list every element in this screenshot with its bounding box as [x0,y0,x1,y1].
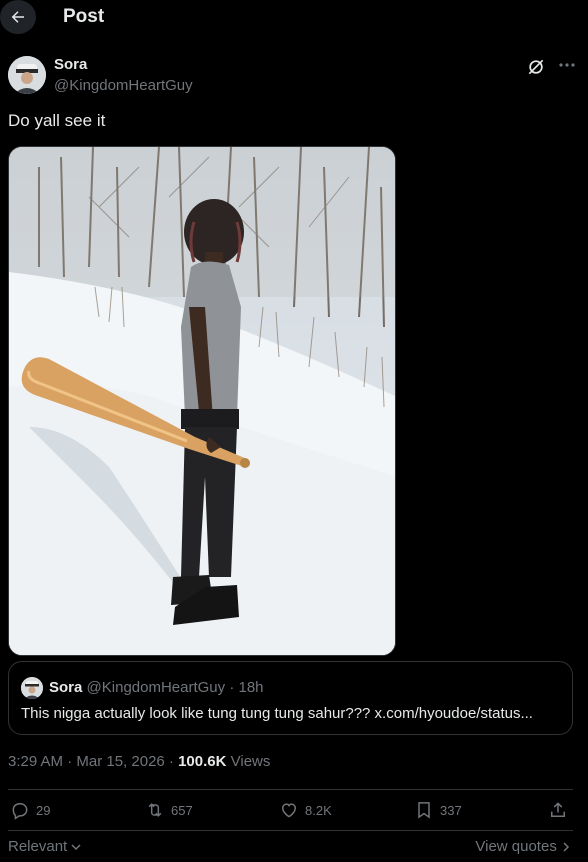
quote-meta: @KingdomHeartGuy · 18h [86,679,264,696]
quote-header: Sora @KingdomHeartGuy · 18h [49,679,264,696]
like-count: 8.2K [305,802,332,818]
page-title: Post [63,6,105,27]
quoted-post[interactable]: Sora @KingdomHeartGuy · 18h This nigga a… [8,661,573,735]
sort-dropdown[interactable]: Relevant [8,838,81,855]
share-icon [551,802,565,817]
views-count: 100.6K [178,753,227,770]
post-image[interactable] [8,146,396,656]
share-button[interactable] [548,800,568,820]
action-bar: 29 657 8.2K 337 [8,800,573,830]
divider [8,789,573,790]
top-bar: Post [0,0,588,36]
avatar[interactable] [8,56,46,94]
views-label: Views [230,753,271,770]
reply-count: 29 [36,802,51,818]
view-quotes-label: View quotes [475,838,557,855]
post-timestamp[interactable]: 3:29 AM · Mar 15, 2026 · [8,753,174,770]
post-text: Do yall see it [8,111,106,130]
view-quotes-link[interactable]: View quotes [475,838,571,855]
bookmark-button[interactable]: 337 [414,800,462,820]
reply-icon [12,803,28,820]
chevron-right-icon [563,842,570,852]
quote-text: This nigga actually look like tung tung … [21,705,533,722]
author-handle[interactable]: @KingdomHeartGuy [54,77,193,94]
repost-count: 657 [171,802,193,818]
reply-button[interactable]: 29 [10,800,50,820]
like-button[interactable]: 8.2K [279,800,332,820]
post-author: Sora @KingdomHeartGuy [8,54,580,98]
heart-icon [281,803,297,818]
arrow-left-icon [11,11,24,23]
repost-icon [148,803,162,817]
sort-label: Relevant [8,838,68,855]
quote-author-name: Sora [49,679,83,696]
grok-icon[interactable] [526,57,546,77]
post-meta: 3:29 AM · Mar 15, 2026 · 100.6K Views [8,753,270,770]
repost-button[interactable]: 657 [145,800,193,820]
divider [8,830,573,831]
bookmark-count: 337 [440,802,462,818]
back-button[interactable] [0,0,36,34]
chevron-down-icon [71,844,81,851]
author-name[interactable]: Sora [54,56,87,73]
quote-avatar [21,677,43,699]
replies-footer: Relevant View quotes [8,838,573,858]
more-options-icon[interactable] [556,55,578,75]
bookmark-icon [418,802,430,819]
